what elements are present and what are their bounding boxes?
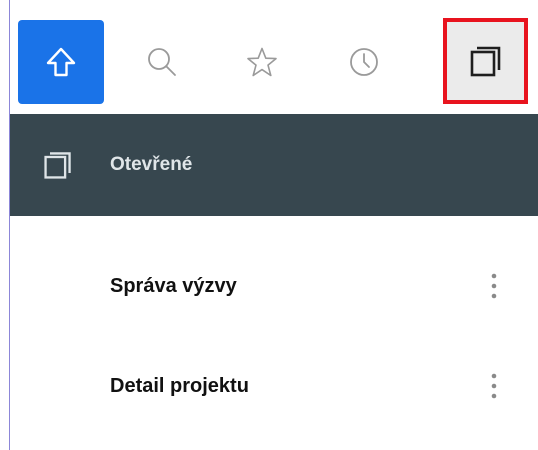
star-icon <box>247 47 277 77</box>
search-icon <box>148 48 176 76</box>
more-vertical-icon <box>491 273 497 299</box>
open-section-header: Otevřené <box>10 114 538 216</box>
list-item-detail-projektu[interactable]: Detail projektu <box>10 346 538 426</box>
open-windows-icon <box>44 152 71 179</box>
clock-icon <box>350 48 378 76</box>
open-windows-icon <box>470 46 500 77</box>
search-button[interactable] <box>122 20 202 104</box>
more-options-button[interactable] <box>486 270 502 302</box>
section-title: Otevřené <box>110 154 193 175</box>
history-button[interactable] <box>322 20 406 104</box>
home-button[interactable] <box>18 20 104 104</box>
open-windows-button[interactable] <box>443 18 528 104</box>
favorites-button[interactable] <box>222 20 302 104</box>
list-item-label: Správa výzvy <box>110 274 237 297</box>
list-item-sprava-vyzvy[interactable]: Správa výzvy <box>10 246 538 326</box>
more-vertical-icon <box>491 373 497 399</box>
top-toolbar <box>10 0 538 114</box>
list-item-label: Detail projektu <box>110 374 249 397</box>
more-options-button[interactable] <box>486 370 502 402</box>
home-icon <box>46 47 76 77</box>
